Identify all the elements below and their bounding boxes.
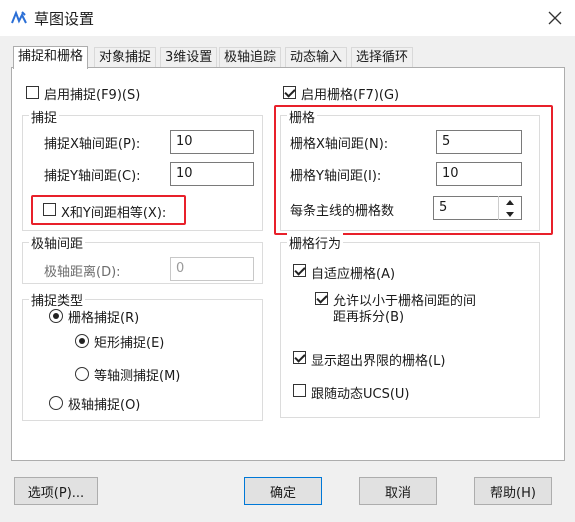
snap-x-spacing-input[interactable]: 10 [170,130,254,154]
enable-grid-label: 启用栅格(F7)(G) [301,88,400,103]
rect-snap-label: 矩形捕捉(E) [94,336,165,351]
grid-snap-label: 栅格捕捉(R) [68,311,140,326]
adaptive-grid-checkbox[interactable] [293,264,306,277]
ok-button[interactable]: 确定 [244,477,322,505]
tab-object-snap[interactable]: 对象捕捉 [94,47,157,68]
options-button[interactable]: 选项(P)... [14,477,98,505]
grid-x-label: 栅格X轴间距(N): [290,137,389,152]
grid-x-spacing-input[interactable]: 5 [436,130,522,154]
grid-y-spacing-input[interactable]: 10 [436,162,522,186]
grid-snap-radio[interactable] [49,309,63,323]
enable-snap-label: 启用捕捉(F9)(S) [44,88,141,103]
tab-polar-tracking[interactable]: 极轴追踪 [219,47,282,68]
snap-y-label: 捕捉Y轴间距(C): [44,169,141,184]
snap-x-label: 捕捉X轴间距(P): [44,137,141,152]
polar-spacing-title: 极轴间距 [29,233,86,252]
window-title: 草图设置 [34,10,95,28]
title-bar: 草图设置 [0,0,575,36]
grid-y-label: 栅格Y轴间距(I): [290,169,382,184]
equal-spacing-label: X和Y间距相等(X): [61,206,167,221]
stepper-up-icon[interactable] [499,196,520,208]
adaptive-grid-label: 自适应栅格(A) [311,267,396,282]
iso-snap-label: 等轴测捕捉(M) [94,369,181,384]
beyond-limits-label: 显示超出界限的栅格(L) [311,354,446,369]
follow-ucs-label: 跟随动态UCS(U) [311,387,410,402]
iso-snap-radio[interactable] [75,367,89,381]
rect-snap-radio[interactable] [75,334,89,348]
grid-behavior-title: 栅格行为 [287,233,344,252]
polar-snap-label: 极轴捕捉(O) [68,398,141,413]
equal-spacing-checkbox[interactable] [43,203,56,216]
subdivide-checkbox[interactable] [315,292,328,305]
beyond-limits-checkbox[interactable] [293,351,306,364]
enable-grid-checkbox[interactable] [283,86,296,99]
follow-ucs-checkbox[interactable] [293,384,306,397]
cancel-button[interactable]: 取消 [359,477,437,505]
polar-distance-input[interactable]: 0 [170,257,254,281]
grid-group-title: 栅格 [287,107,318,126]
polar-distance-label: 极轴距离(D): [44,265,121,280]
stepper-down-icon[interactable] [499,208,520,220]
tab-snap-and-grid[interactable]: 捕捉和栅格 [13,46,89,69]
subdivide-label-line2: 距再拆分(B) [333,310,405,325]
major-line-stepper[interactable] [498,196,520,220]
tab-3d-settings[interactable]: 3维设置 [160,47,218,68]
major-line-label: 每条主线的栅格数 [290,204,395,219]
close-icon [548,11,562,25]
help-button[interactable]: 帮助(H) [474,477,552,505]
enable-snap-checkbox[interactable] [26,86,39,99]
app-icon [11,10,27,24]
close-button[interactable] [540,4,570,32]
tab-dynamic-input[interactable]: 动态输入 [285,47,348,68]
polar-snap-radio[interactable] [49,396,63,410]
snap-y-spacing-input[interactable]: 10 [170,162,254,186]
tab-selection-cycling[interactable]: 选择循环 [351,47,414,68]
snap-group-title: 捕捉 [29,107,60,126]
